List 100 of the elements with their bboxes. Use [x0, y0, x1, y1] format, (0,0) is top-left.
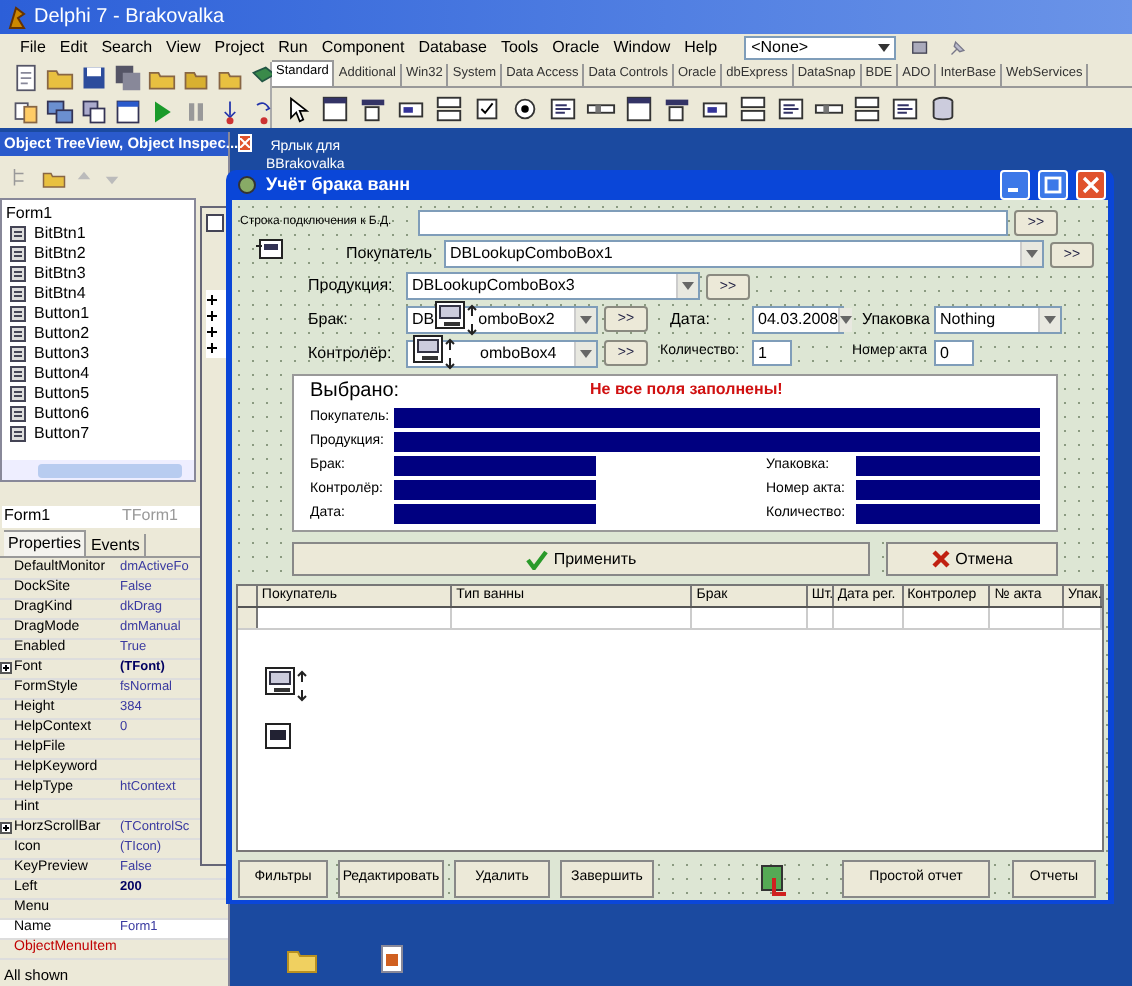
button-component-icon: [10, 246, 26, 263]
component-icon[interactable]: [434, 94, 464, 124]
component-icon[interactable]: [852, 94, 882, 124]
object-selector[interactable]: Form1: [2, 504, 122, 529]
folder-icon[interactable]: [286, 946, 318, 974]
app-icon: [6, 5, 28, 29]
menu-item[interactable]: Search: [101, 36, 153, 60]
form-icon[interactable]: [114, 97, 142, 126]
menu-item[interactable]: Oracle: [552, 36, 600, 60]
button-component-icon: [10, 286, 26, 303]
close-button[interactable]: [238, 134, 253, 153]
expand-icon[interactable]: [206, 310, 218, 322]
menu-item[interactable]: Tools: [500, 36, 539, 60]
database-icon[interactable]: [928, 94, 958, 124]
component-icon[interactable]: [320, 94, 350, 124]
expand-icon[interactable]: [206, 294, 218, 306]
menu-item[interactable]: Edit: [59, 36, 88, 60]
dropdown-arrow-icon: [580, 315, 592, 323]
configuration-dropdown[interactable]: <None>: [743, 36, 896, 60]
product-combo-box[interactable]: DBLookupComboBox3: [406, 272, 700, 300]
inspector-tab[interactable]: Events: [86, 533, 146, 556]
window-title: Delphi 7 - Brakovalka: [34, 4, 225, 32]
row-indicator[interactable]: [238, 608, 258, 628]
window-icon: [206, 214, 224, 232]
horizontal-scrollbar[interactable]: [2, 460, 194, 481]
menu-item[interactable]: Help: [684, 36, 718, 60]
component-icon[interactable]: [776, 94, 806, 124]
cancel-button[interactable]: Отмена: [886, 542, 1058, 576]
open-folder-icon[interactable]: [46, 64, 74, 93]
field-label: Дата:: [670, 307, 712, 331]
expand-icon[interactable]: [0, 822, 12, 835]
tree-item[interactable]: BitBtn1: [34, 224, 86, 245]
quantity-field[interactable]: 1: [752, 340, 792, 366]
button-component-icon: [10, 366, 26, 383]
expand-icon[interactable]: [206, 326, 218, 338]
component-icon[interactable]: [624, 94, 654, 124]
component-icon[interactable]: [510, 94, 540, 124]
tree-item[interactable]: Button7: [34, 424, 90, 445]
dropdown-arrow-icon: [877, 44, 890, 52]
packing-combo-box[interactable]: Nothing: [934, 305, 1062, 333]
save-all-icon[interactable]: [114, 64, 142, 93]
button-component-icon: [10, 306, 26, 323]
buyer-combo-box[interactable]: DBLookupComboBox1: [444, 240, 1044, 268]
close-button[interactable]: [1076, 170, 1106, 200]
menu-item[interactable]: View: [166, 36, 201, 60]
defect-combo-box[interactable]: DB omboBox2: [406, 305, 598, 333]
menu-item[interactable]: Database: [418, 36, 487, 60]
apply-button[interactable]: Применить: [292, 542, 870, 576]
report-component-icon[interactable]: [760, 863, 788, 895]
connection-string-field[interactable]: [418, 210, 1008, 236]
summary-heading: Выбрано:: [310, 377, 402, 405]
tree-item[interactable]: Button5: [34, 384, 90, 405]
component-icon[interactable]: [434, 299, 479, 339]
tree-item[interactable]: Button1: [34, 304, 90, 325]
menu-item[interactable]: Project: [214, 36, 265, 60]
maximize-button[interactable]: [1038, 170, 1068, 200]
component-icon[interactable]: [264, 666, 308, 706]
database-component-icon[interactable]: [254, 234, 286, 262]
field-label: Покупатель: [346, 242, 434, 266]
act-number-field[interactable]: 0: [934, 340, 974, 366]
inspector-tab[interactable]: Properties: [4, 529, 87, 556]
menu-item[interactable]: Run: [278, 36, 308, 60]
tree-item[interactable]: BitBtn4: [34, 284, 86, 305]
menu-item[interactable]: Window: [613, 36, 671, 60]
component-icon[interactable]: [358, 94, 388, 124]
windows-icon[interactable]: [80, 97, 108, 126]
document-icon[interactable]: [380, 944, 404, 974]
new-file-icon[interactable]: [12, 64, 40, 93]
tree-item[interactable]: Button2: [34, 324, 90, 345]
field-label: Контролёр:: [308, 341, 394, 365]
component-icon[interactable]: [662, 94, 692, 124]
expand-icon[interactable]: [206, 342, 218, 354]
menu-item[interactable]: Component: [321, 36, 405, 60]
app-icon: [236, 174, 258, 196]
component-icon[interactable]: [412, 333, 456, 373]
component-icon[interactable]: [548, 94, 578, 124]
minimize-button[interactable]: [1000, 170, 1030, 200]
tree-item[interactable]: Button6: [34, 404, 90, 425]
save-icon[interactable]: [80, 64, 108, 93]
inspector-combo-box[interactable]: omboBox4: [406, 339, 598, 367]
tree-item[interactable]: Button3: [34, 344, 90, 365]
menu-item[interactable]: File: [20, 36, 46, 60]
button-component-icon: [10, 406, 26, 423]
maximize-icon: [1044, 176, 1062, 194]
component-icon[interactable]: [738, 94, 768, 124]
tree-item[interactable]: BitBtn3: [34, 264, 86, 285]
tree-item[interactable]: Button4: [34, 364, 90, 385]
cursor-icon[interactable]: [284, 94, 312, 124]
windows-icon[interactable]: [46, 97, 74, 126]
button-component-icon: [10, 326, 26, 343]
dropdown-arrow-icon: [1026, 250, 1038, 258]
dropdown-arrow-icon: [682, 282, 694, 290]
copy-icon[interactable]: [12, 97, 40, 126]
component-icon[interactable]: [472, 94, 502, 124]
component-icon[interactable]: [890, 94, 920, 124]
tree-item[interactable]: Form1: [2, 204, 194, 225]
tree-item[interactable]: BitBtn2: [34, 244, 86, 265]
component-icon[interactable]: [264, 722, 292, 750]
button-component-icon: [10, 386, 26, 403]
expand-icon[interactable]: [0, 662, 12, 675]
